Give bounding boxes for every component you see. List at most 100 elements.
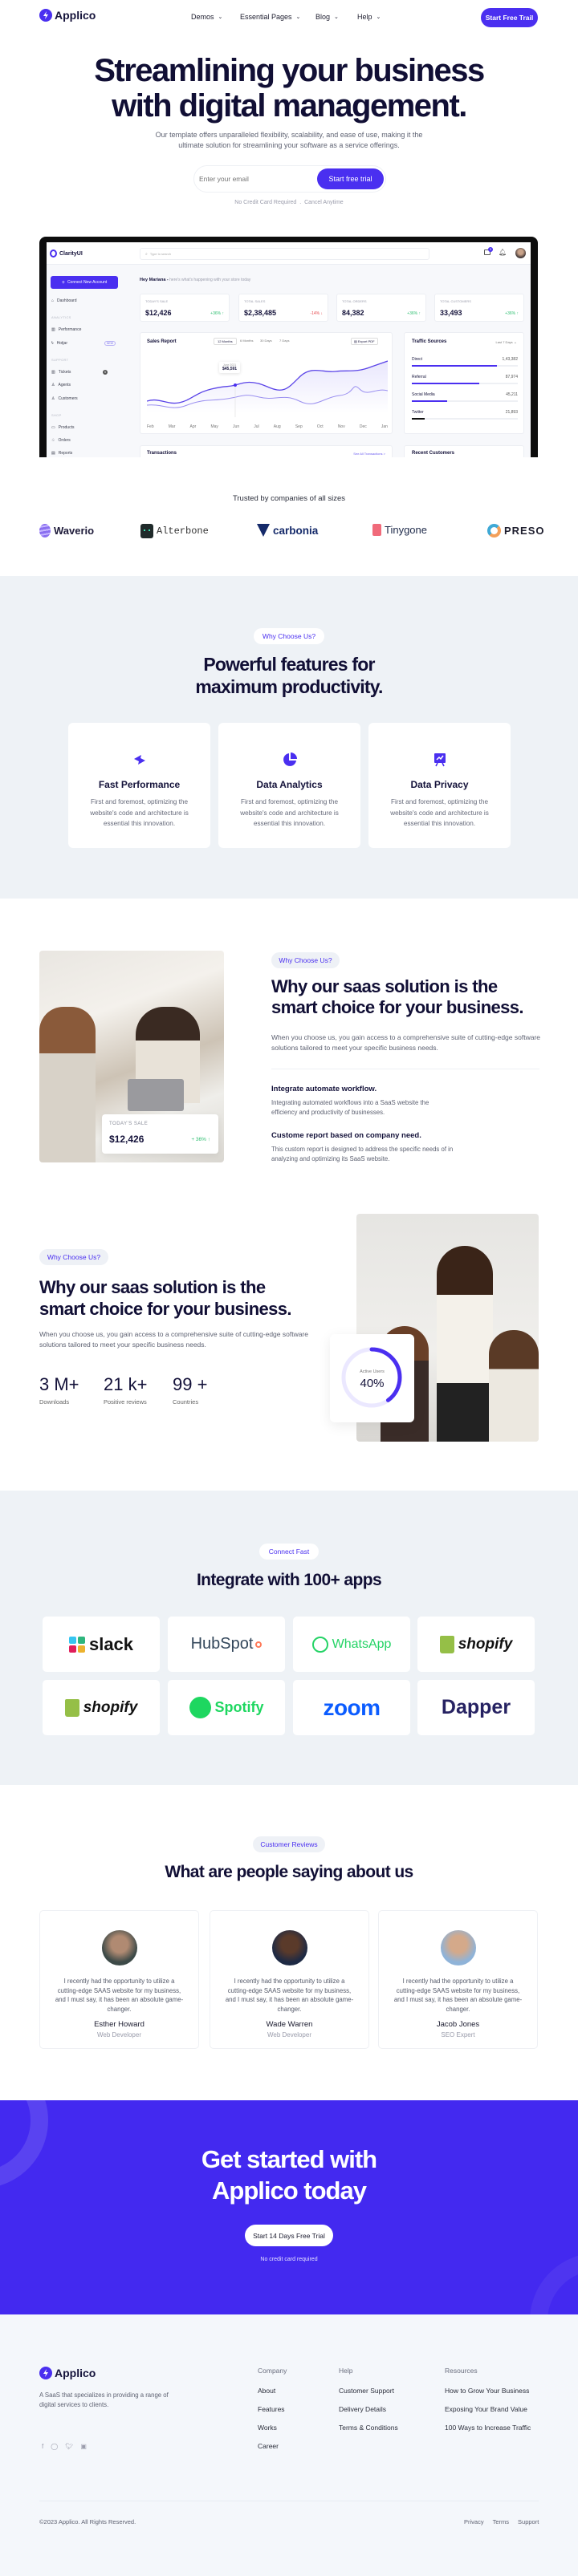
logo-text: Tinygone	[385, 524, 427, 536]
hero-subtitle: Our template offers unparalleled flexibi…	[0, 130, 578, 151]
traffic-range-select[interactable]: Last 7 Days ⌄	[496, 340, 517, 345]
user-avatar[interactable]	[515, 248, 526, 258]
footer-link[interactable]: Terms & Conditions	[339, 2424, 398, 2432]
stat-label: TOTAL ORDERS	[342, 299, 367, 303]
source-name: Direct	[412, 357, 423, 362]
carbonia-logo-icon	[257, 524, 270, 537]
dashboard-search[interactable]: ⌕ Type to search	[140, 248, 429, 260]
source-name: Twitter	[412, 410, 424, 415]
bell-order-icon: ♤	[51, 438, 55, 443]
connect-account-button[interactable]: + Connect New Account	[51, 276, 118, 289]
ticket-icon: ▥	[51, 370, 55, 375]
privacy-link[interactable]: Privacy	[464, 2518, 484, 2525]
stat-value: 84,382	[342, 309, 364, 317]
brand-name: Applico	[55, 2367, 96, 2379]
app-name: WhatsApp	[332, 1637, 392, 1651]
title-line: smart choice for your business.	[39, 1299, 292, 1319]
stat-change: +36% ↑	[407, 311, 421, 316]
point-desc: Integrating automated workflows into a S…	[271, 1099, 429, 1116]
see-all-transactions-link[interactable]: See All Transactions >	[353, 452, 385, 456]
app-tile-hubspot[interactable]: HubSpot	[168, 1617, 285, 1672]
start-free-trial-button[interactable]: Start Free Trail	[481, 8, 538, 27]
dashboard-greeting: Hey Mariana - here's what's happening wi…	[140, 278, 250, 282]
range-6-months[interactable]: 6 Months	[240, 339, 253, 343]
sidebar-item-orders[interactable]: ♤ Orders	[51, 438, 116, 443]
logo-text: PRESO	[504, 525, 545, 537]
card-label: TODAY'S SALE	[109, 1122, 149, 1126]
footer-link[interactable]: Delivery Details	[339, 2405, 398, 2413]
sidebar-item-products[interactable]: ▭ Products	[51, 425, 116, 430]
sidebar-section-support: SUPPORT	[51, 358, 69, 362]
dribbble-icon[interactable]: ▣	[80, 2443, 87, 2450]
feature-desc: First and foremost, optimizing the websi…	[390, 798, 489, 827]
sidebar-item-reports[interactable]: ▤ Reports	[51, 451, 116, 456]
github-icon[interactable]: ◯	[51, 2443, 58, 2450]
stat-change: +36% ↑	[210, 311, 224, 316]
export-label: Export PDF	[357, 339, 375, 343]
nav-help[interactable]: Help ⌄	[357, 13, 381, 21]
range-7-days[interactable]: 7 Days	[279, 339, 289, 343]
bell-icon[interactable]: 🔔︎	[499, 249, 507, 256]
nav-essential-pages[interactable]: Essential Pages ⌄	[240, 13, 300, 21]
folder-icon: ▭	[51, 425, 55, 430]
search-icon: ⌕	[145, 251, 148, 257]
footer-brand[interactable]: Applico	[39, 2367, 96, 2379]
nav-blog[interactable]: Blog ⌄	[315, 13, 339, 21]
hero-title: Streamlining your business with digital …	[0, 53, 578, 124]
app-tile-shopify-2[interactable]: shopify	[43, 1680, 160, 1735]
nav-label: Blog	[315, 13, 331, 21]
terms-link[interactable]: Terms	[493, 2518, 509, 2525]
shopify-bag-icon	[64, 1698, 79, 1717]
shopify-bag-icon	[439, 1635, 454, 1653]
users-icon: ♙	[51, 396, 55, 401]
sidebar-item-customers[interactable]: ♙ Customers	[51, 396, 116, 401]
app-tile-whatsapp[interactable]: WhatsApp	[293, 1617, 410, 1672]
sidebar-item-dashboard[interactable]: ⌂ Dashboard	[51, 298, 116, 303]
nav-demos[interactable]: Demos ⌄	[191, 13, 222, 21]
footer-link[interactable]: Features	[258, 2405, 287, 2413]
app-tile-dapper[interactable]: Dapper	[417, 1680, 535, 1735]
export-pdf-button[interactable]: ▤ Export PDF	[351, 338, 378, 345]
footer-link[interactable]: Exposing Your Brand Value	[445, 2405, 531, 2413]
range-12-months[interactable]: 12 Months	[214, 338, 237, 345]
recent-customers-title: Recent Customers	[412, 451, 455, 456]
stat-card-total-customers: TOTAL CUSTOMERS 33,493 +36% ↑	[434, 294, 524, 322]
start-14-day-trial-button[interactable]: Start 14 Days Free Trial	[245, 2225, 333, 2246]
stat-label: TODAY'S SALE	[145, 299, 169, 303]
footer-link[interactable]: Works	[258, 2424, 287, 2432]
month-label: May	[210, 424, 218, 429]
footer-link[interactable]: 100 Ways to Increase Traffic	[445, 2424, 531, 2432]
stat-countries: 99 + Countries	[173, 1374, 207, 1406]
footer-link[interactable]: About	[258, 2387, 287, 2395]
app-tile-slack[interactable]: slack	[43, 1617, 160, 1672]
facebook-icon[interactable]: f	[42, 2443, 43, 2450]
twitter-icon[interactable]: 🐦︎	[65, 2443, 73, 2450]
cta-note: No credit card required	[260, 2257, 318, 2262]
app-tile-spotify[interactable]: Spotify	[168, 1680, 285, 1735]
footer-link[interactable]: Career	[258, 2442, 287, 2450]
email-input[interactable]	[199, 172, 311, 186]
reviewer-role: Web Developer	[97, 2031, 141, 2038]
app-tile-shopify[interactable]: shopify	[417, 1617, 535, 1672]
title-line: Get started with	[201, 2145, 377, 2173]
support-link[interactable]: Support	[518, 2518, 539, 2525]
app-tile-zoom[interactable]: zoom	[293, 1680, 410, 1735]
footer-link[interactable]: Customer Support	[339, 2387, 398, 2395]
sidebar-item-performance[interactable]: ▥ Performance	[51, 327, 116, 332]
brand-logo[interactable]: Applico	[39, 9, 96, 22]
feature-card-data-analytics: Data Analytics First and foremost, optim…	[218, 723, 360, 848]
cta-title: Get started with Applico today	[0, 2144, 578, 2206]
why2-desc: When you choose us, you gain access to a…	[39, 1330, 308, 1349]
month-label: Dec	[359, 424, 367, 429]
user-icon: ♙	[51, 383, 55, 387]
search-placeholder: Type to search	[149, 252, 172, 256]
sidebar-item-hotjar[interactable]: ϟ Hotjar NEW	[51, 341, 116, 346]
sidebar-item-tickets[interactable]: ▥ Tickets 5	[51, 370, 116, 375]
footer-link[interactable]: How to Grow Your Business	[445, 2387, 531, 2395]
sidebar-item-agents[interactable]: ♙ Agents	[51, 383, 116, 387]
range-30-days[interactable]: 30 Days	[260, 339, 272, 343]
footer-bottom-links: Privacy Terms Support	[464, 2518, 539, 2525]
why1-title: Why our saas solution is the smart choice…	[271, 976, 524, 1018]
start-free-trial-submit[interactable]: Start free trial	[317, 168, 384, 189]
reviews-title: What are people saying about us	[165, 1863, 413, 1881]
